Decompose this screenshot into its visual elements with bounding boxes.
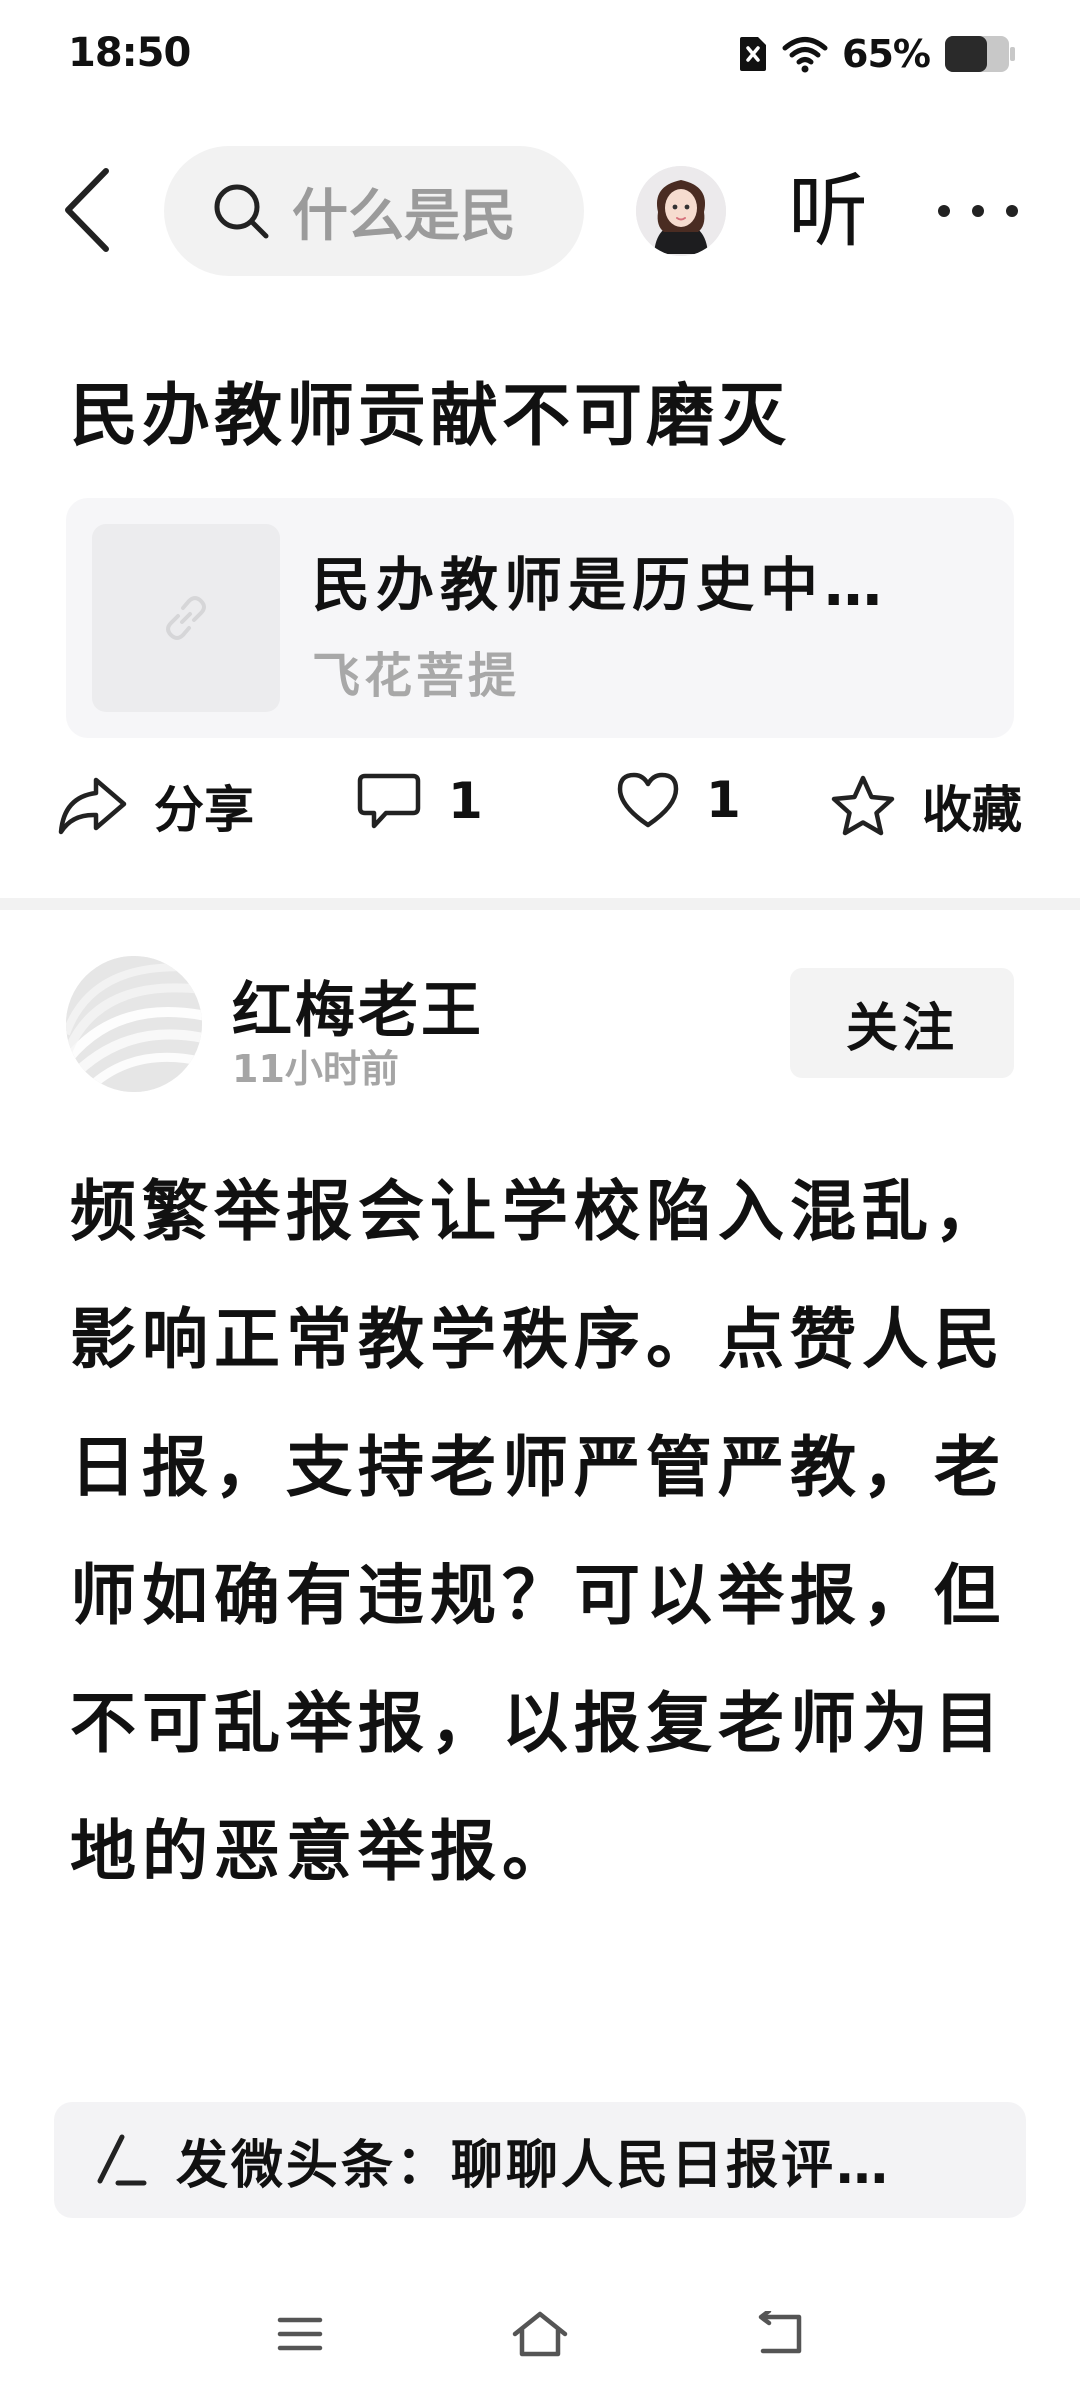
share-label: 分享: [154, 781, 254, 839]
post-body-text: 频繁举报会让学校陷入混乱，影响正常教学秩序。点赞人民日报，支持老师严管严教，老师…: [70, 1173, 1006, 1890]
wifi-icon: [782, 37, 828, 73]
chevron-left-icon: [65, 168, 109, 252]
search-placeholder: 什么是民: [292, 183, 516, 249]
post-author-avatar[interactable]: [66, 956, 202, 1092]
comment-button[interactable]: 1: [356, 770, 483, 832]
user-avatar-image: [636, 166, 726, 256]
more-options-button[interactable]: [938, 176, 1018, 246]
article-title: 民办教师贡献不可磨灭: [70, 377, 791, 456]
nav-home-button[interactable]: [510, 2306, 570, 2362]
comment-icon: [357, 773, 421, 829]
more-dot-icon: [938, 205, 950, 217]
link-card-title: 民办教师是历史中…: [312, 551, 889, 619]
like-count: 1: [706, 771, 741, 829]
back-button[interactable]: [52, 160, 122, 260]
more-dot-icon: [972, 205, 984, 217]
favorite-label: 收藏: [922, 781, 1022, 839]
link-thumbnail: [92, 524, 280, 712]
favorite-button[interactable]: 收藏: [830, 770, 1022, 842]
nav-back-button[interactable]: [750, 2306, 810, 2362]
home-icon: [512, 2311, 568, 2357]
listen-button[interactable]: 听: [788, 162, 868, 262]
back-icon: [758, 2311, 802, 2354]
post-timestamp: 11小时前: [232, 1047, 399, 1091]
share-button[interactable]: 分享: [56, 770, 254, 842]
status-time: 18:50: [68, 30, 191, 76]
link-icon: [166, 596, 206, 640]
search-input[interactable]: 什么是民: [164, 146, 584, 276]
comment-count: 1: [448, 772, 483, 830]
nav-menu-button[interactable]: [270, 2306, 330, 2362]
compose-bar[interactable]: 发微头条：聊聊人民日报评…: [54, 2102, 1026, 2218]
section-divider: [0, 898, 1080, 910]
follow-button[interactable]: 关注: [790, 968, 1014, 1078]
share-icon: [58, 777, 127, 835]
battery-icon: [945, 36, 1015, 72]
status-icons: 65%: [738, 32, 1016, 76]
compose-text: 发微头条：聊聊人民日报评…: [176, 2135, 892, 2196]
search-icon: [214, 184, 269, 239]
abstract-avatar-image: [66, 956, 202, 1092]
link-card-author: 飞花菩提: [312, 648, 521, 704]
heart-icon: [617, 772, 679, 828]
battery-percent: 65%: [842, 32, 931, 76]
menu-icon: [277, 2317, 323, 2351]
pen-icon: [97, 2134, 147, 2186]
more-dot-icon: [1006, 205, 1018, 217]
like-button[interactable]: 1: [616, 770, 741, 830]
sim-off-icon: [740, 37, 767, 71]
link-card[interactable]: 民办教师是历史中… 飞花菩提: [66, 498, 1014, 738]
post-author-name[interactable]: 红梅老王: [232, 962, 484, 1049]
star-icon: [831, 775, 895, 836]
avatar[interactable]: [636, 166, 726, 256]
